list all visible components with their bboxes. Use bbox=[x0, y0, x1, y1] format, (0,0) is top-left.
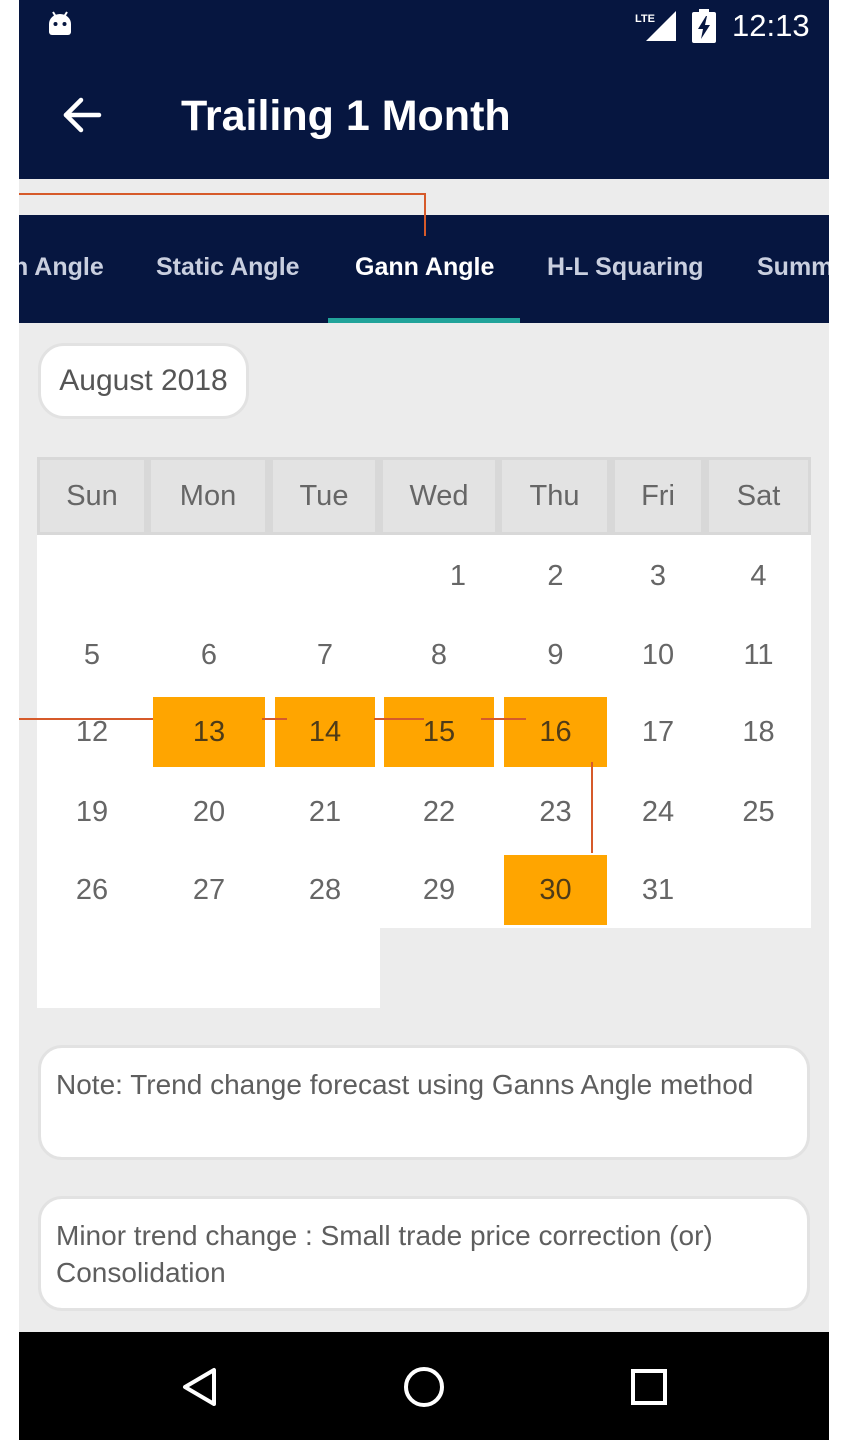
calendar-day-22[interactable]: 22 bbox=[384, 777, 494, 847]
calendar-day-13-highlighted[interactable]: 13 bbox=[153, 697, 265, 767]
app-bar: LTE 12:13 Trailing 1 Month bbox=[19, 0, 829, 179]
calendar-day-27[interactable]: 27 bbox=[153, 855, 265, 925]
connector-line-14-15 bbox=[374, 718, 424, 720]
weekday-fri: Fri bbox=[615, 460, 701, 532]
calendar-day-12[interactable]: 12 bbox=[40, 697, 144, 767]
status-bar: LTE 12:13 bbox=[19, 0, 829, 55]
calendar-day-4[interactable]: 4 bbox=[709, 541, 808, 611]
calendar-day-29[interactable]: 29 bbox=[384, 855, 494, 925]
calendar-day-28[interactable]: 28 bbox=[275, 855, 375, 925]
calendar-day-17[interactable]: 17 bbox=[615, 697, 701, 767]
calendar-day-19[interactable]: 19 bbox=[40, 777, 144, 847]
svg-text:LTE: LTE bbox=[635, 13, 655, 25]
page-title: Trailing 1 Month bbox=[181, 92, 511, 140]
weekday-wed: Wed bbox=[383, 460, 495, 532]
status-time: 12:13 bbox=[732, 8, 810, 43]
android-debug-icon bbox=[49, 11, 71, 35]
app-screen: LTE 12:13 Trailing 1 Month n Angle Stati… bbox=[19, 0, 829, 1440]
calendar-day-10[interactable]: 10 bbox=[615, 620, 701, 690]
calendar-day-24[interactable]: 24 bbox=[615, 777, 701, 847]
tab-hl-squaring[interactable]: H-L Squaring bbox=[547, 253, 703, 282]
calendar-day-5[interactable]: 5 bbox=[40, 620, 144, 690]
weekday-mon: Mon bbox=[151, 460, 265, 532]
lte-signal-icon: LTE bbox=[635, 11, 676, 41]
tab-gann-angle[interactable]: Gann Angle bbox=[355, 253, 494, 282]
note-card-method: Note: Trend change forecast using Ganns … bbox=[38, 1045, 810, 1160]
calendar-day-7[interactable]: 7 bbox=[275, 620, 375, 690]
arrow-left-icon[interactable] bbox=[57, 90, 107, 140]
weekday-sun: Sun bbox=[40, 460, 144, 532]
tab-summary-partial[interactable]: Summ bbox=[757, 253, 829, 282]
calendar-day-6[interactable]: 6 bbox=[153, 620, 265, 690]
month-selector[interactable]: August 2018 bbox=[38, 343, 249, 419]
calendar-day-30-highlighted[interactable]: 30 bbox=[504, 855, 607, 925]
calendar-day-25[interactable]: 25 bbox=[709, 777, 808, 847]
calendar-day-16-highlighted[interactable]: 16 bbox=[504, 697, 607, 767]
connector-line-13-14 bbox=[262, 718, 287, 720]
calendar-day-14-highlighted[interactable]: 14 bbox=[275, 697, 375, 767]
recents-square-icon[interactable] bbox=[624, 1362, 674, 1412]
tab-static-angle[interactable]: Static Angle bbox=[156, 253, 300, 282]
calendar-day-18[interactable]: 18 bbox=[709, 697, 808, 767]
calendar-day-20[interactable]: 20 bbox=[153, 777, 265, 847]
calendar-day-3[interactable]: 3 bbox=[615, 541, 701, 611]
weekday-thu: Thu bbox=[502, 460, 607, 532]
calendar-day-31[interactable]: 31 bbox=[615, 855, 701, 925]
calendar-day-26[interactable]: 26 bbox=[40, 855, 144, 925]
connector-line-left bbox=[19, 718, 153, 720]
calendar-day-2[interactable]: 2 bbox=[504, 541, 607, 611]
calendar-day-1[interactable]: 1 bbox=[403, 541, 513, 611]
calendar-day-8[interactable]: 8 bbox=[384, 620, 494, 690]
battery-charging-icon bbox=[692, 9, 716, 43]
calendar-day-9[interactable]: 9 bbox=[504, 620, 607, 690]
connector-line-15-16 bbox=[481, 718, 526, 720]
connector-line-16-30 bbox=[591, 762, 593, 853]
connector-line-top-drop bbox=[424, 193, 426, 236]
calendar-weekday-header: Sun Mon Tue Wed Thu Fri Sat bbox=[37, 457, 811, 535]
active-tab-indicator bbox=[328, 318, 520, 323]
back-triangle-icon[interactable] bbox=[176, 1362, 226, 1412]
tab-angle-partial[interactable]: n Angle bbox=[19, 253, 104, 282]
calendar-day-21[interactable]: 21 bbox=[275, 777, 375, 847]
weekday-sat: Sat bbox=[709, 460, 808, 532]
system-nav-bar bbox=[19, 1332, 829, 1440]
calendar-day-15-highlighted[interactable]: 15 bbox=[384, 697, 494, 767]
calendar-day-11[interactable]: 11 bbox=[709, 620, 808, 690]
note-card-trend: Minor trend change : Small trade price c… bbox=[38, 1196, 810, 1311]
weekday-tue: Tue bbox=[273, 460, 375, 532]
calendar-grid-tail bbox=[37, 928, 380, 1008]
connector-line-top bbox=[19, 193, 425, 195]
home-circle-icon[interactable] bbox=[399, 1362, 449, 1412]
